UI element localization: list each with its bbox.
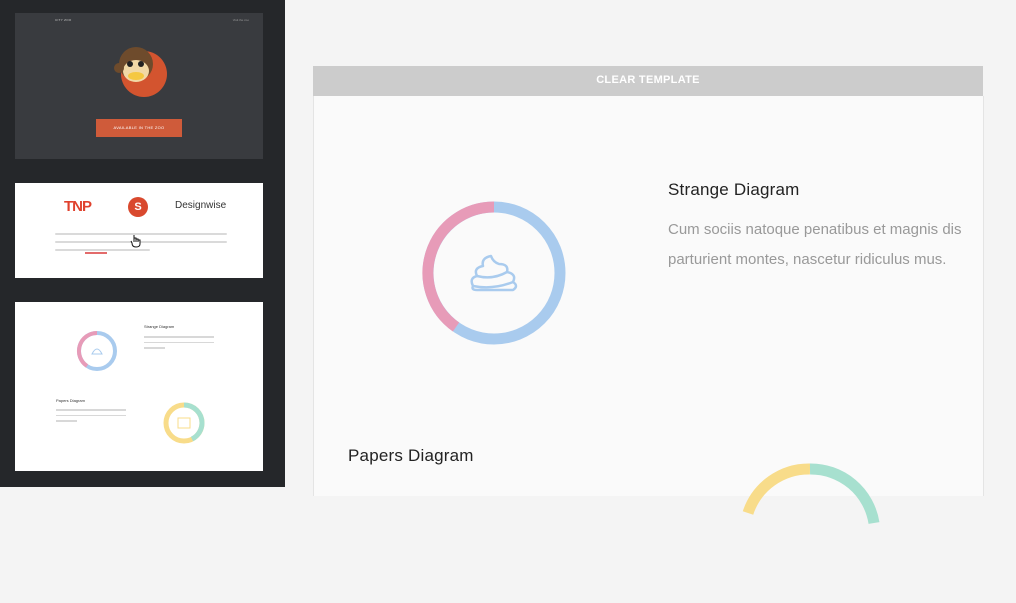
designwise-logo: Designwise <box>175 200 227 211</box>
papers-diagram-title: Papers Diagram <box>348 446 474 465</box>
thumb-ring-1 <box>76 330 117 371</box>
thumb-title-1: Strange Diagram <box>144 324 175 329</box>
monkey-mascot-icon <box>114 47 167 97</box>
template-canvas <box>313 96 984 496</box>
tnp-logo: TNP <box>64 198 92 215</box>
thumb-cta-button: AVAILABLE IN THE ZOO <box>96 119 182 137</box>
strange-diagram <box>422 201 566 345</box>
hand-cursor-icon <box>130 235 141 248</box>
s-logo: S <box>128 197 148 217</box>
poop-icon <box>470 254 518 292</box>
thumb-title-2: Papers Diagram <box>56 398 85 403</box>
template-thumbnail-logos[interactable]: TNP S Designwise <box>15 183 263 278</box>
thumb-ring-2 <box>163 402 205 444</box>
strange-diagram-text: Cum sociis natoque penatibus et magnis d… <box>668 221 962 268</box>
clear-template-button[interactable]: CLEAR TEMPLATE <box>313 66 983 96</box>
thumb-nav: Visit the zoo <box>232 18 249 22</box>
template-sidebar: CITY ZOO Visit the zoo AVAILABLE IN THE … <box>0 0 285 487</box>
thumb-brand: CITY ZOO <box>55 18 72 22</box>
template-thumbnail-hero[interactable]: CITY ZOO Visit the zoo AVAILABLE IN THE … <box>15 13 263 159</box>
papers-diagram <box>742 463 880 525</box>
template-thumbnail-diagrams[interactable]: Strange Diagram Papers Diagram <box>15 302 263 471</box>
strange-diagram-title: Strange Diagram <box>668 180 800 199</box>
